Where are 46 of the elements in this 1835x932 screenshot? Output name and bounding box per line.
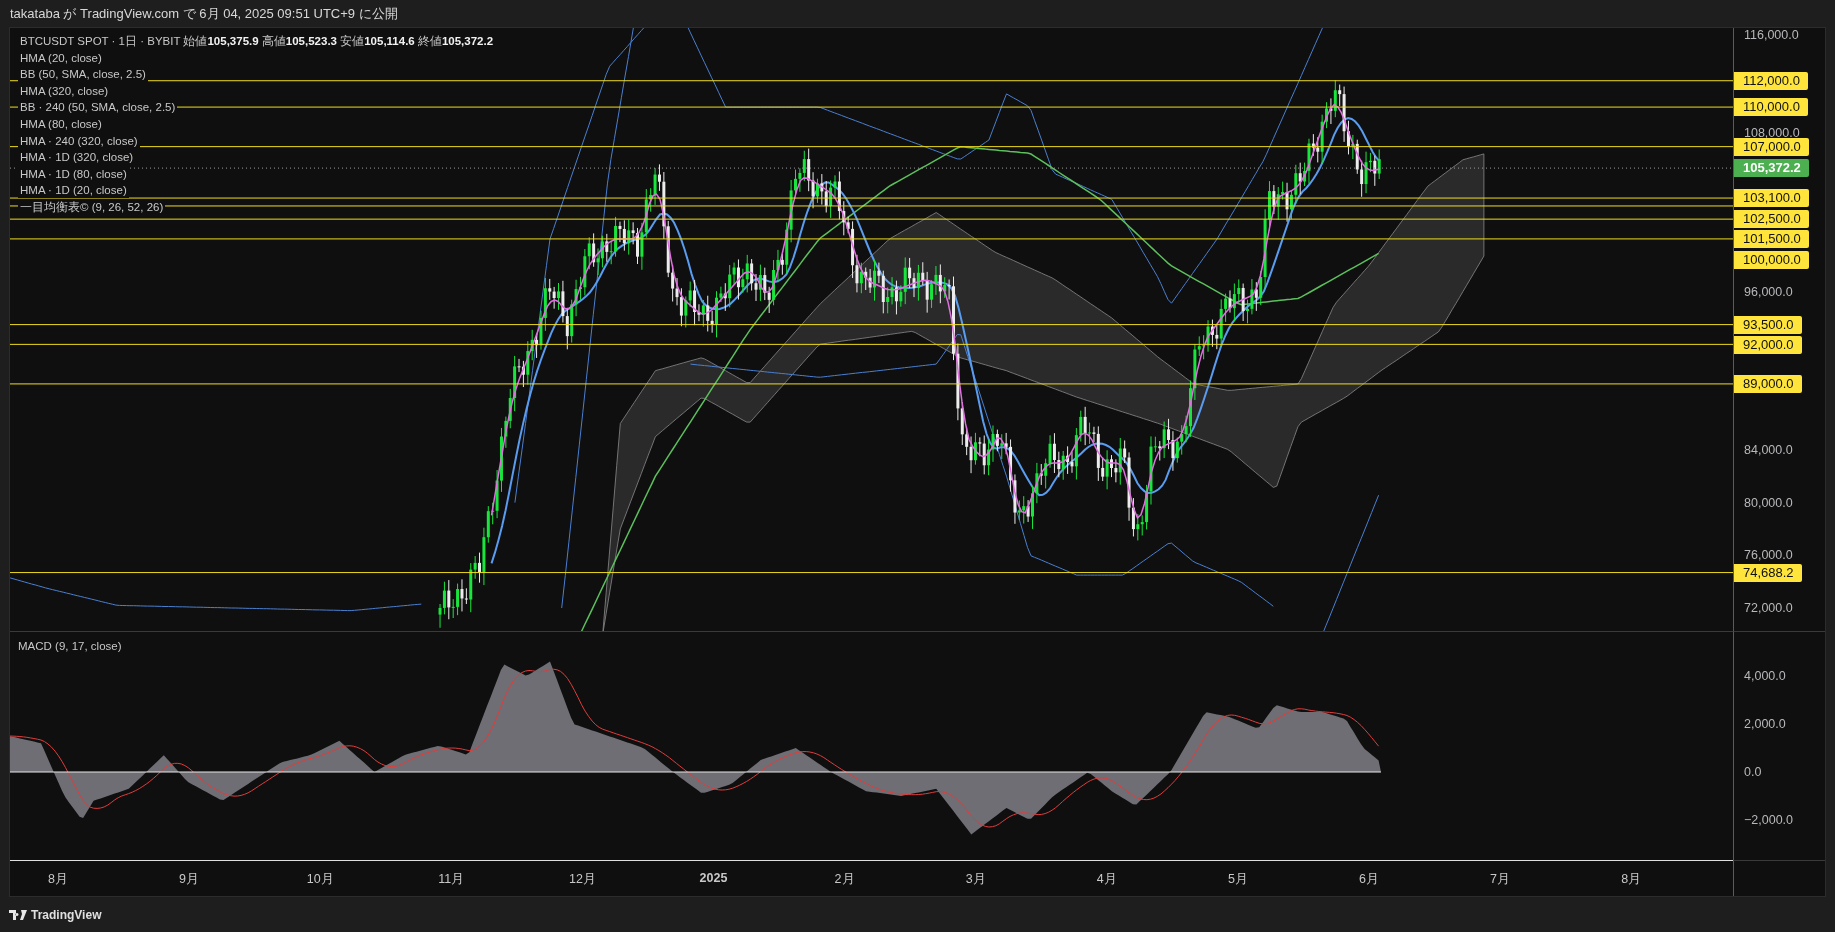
time-label: 6月: [1359, 871, 1379, 888]
time-label: 8月: [48, 871, 68, 888]
price-level-label: 107,000.0: [1734, 137, 1809, 156]
price-level-label: 74,688.2: [1734, 563, 1802, 582]
price-level-label: 101,500.0: [1734, 230, 1809, 249]
price-tick: 72,000.0: [1744, 601, 1793, 615]
macd-label: MACD (9, 17, close): [18, 640, 122, 652]
price-level-label: 93,500.0: [1734, 315, 1802, 334]
time-label: 2025: [699, 871, 728, 885]
indicator-label: BB · 240 (50, SMA, close, 2.5): [18, 100, 178, 116]
price-tick: 84,000.0: [1744, 442, 1793, 457]
price-tick: 80,000.0: [1744, 495, 1793, 510]
time-label: 12月: [568, 871, 596, 888]
time-label: 11月: [438, 871, 465, 888]
indicator-label: HMA · 1D (80, close): [18, 166, 129, 182]
price-tick: 76,000.0: [1744, 548, 1793, 563]
price-level-label: 112,000.0: [1734, 71, 1808, 90]
indicator-label: HMA · 1D (20, close): [18, 183, 129, 199]
price-level-label: 89,000.0: [1734, 374, 1802, 393]
time-label: 5月: [1227, 871, 1248, 888]
publish-info: takataba が TradingView.com で 6月 04, 2025 09:51 UTC+9 に公開: [10, 4, 398, 23]
price-level-label: 103,100.0: [1734, 189, 1809, 208]
time-label: 8月: [1621, 871, 1642, 888]
time-label: 7月: [1490, 871, 1511, 888]
time-label: 9月: [179, 871, 200, 888]
price-level-label: 100,000.0: [1734, 250, 1809, 269]
time-label: 2月: [834, 871, 855, 888]
indicator-label: 一目均衡表© (9, 26, 52, 26): [18, 199, 166, 215]
price-tick: 116,000.0: [1744, 28, 1799, 42]
time-label: 3月: [965, 871, 986, 888]
macd-tick: 0.0: [1744, 765, 1762, 779]
price-tick: 96,000.0: [1744, 284, 1793, 299]
price-level-label: 110,000.0: [1734, 98, 1808, 117]
macd-tick: −2,000.0: [1744, 813, 1793, 827]
current-price-label: 105,372.2: [1734, 159, 1809, 178]
time-label: 4月: [1096, 871, 1117, 888]
symbol-info: BTCUSDT SPOT · 1日 · BYBIT 始値105,375.9 高値105,523.3 安値105,114.6 終値105,372.2: [18, 34, 496, 49]
brand-name: TradingView: [31, 907, 102, 922]
price-level-label: 92,000.0: [1734, 336, 1802, 355]
macd-tick: 4,000.0: [1744, 669, 1786, 683]
macd-tick: 2,000.0: [1744, 717, 1786, 731]
indicator-label: HMA · 1D (320, close): [18, 150, 136, 166]
logo-icon: [9, 909, 27, 920]
price-level-label: 102,500.0: [1734, 209, 1809, 228]
indicator-label: BB (50, SMA, close, 2.5): [18, 67, 148, 83]
time-label: 10月: [306, 871, 334, 888]
